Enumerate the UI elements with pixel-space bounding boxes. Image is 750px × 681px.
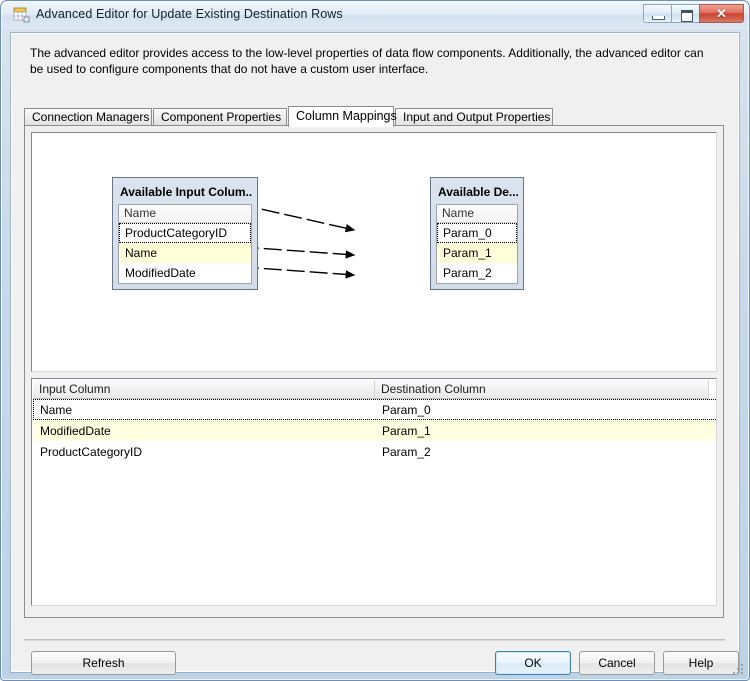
grid-column-header-input-column[interactable]: Input Column	[33, 380, 375, 399]
table-editor-icon	[13, 7, 30, 23]
available-input-columns-box[interactable]: Available Input Colum... Name ProductCat…	[112, 177, 258, 290]
grid-cell-destination-column[interactable]: Param_0	[376, 403, 710, 417]
close-icon: ✕	[716, 6, 727, 21]
mapping-canvas[interactable]: Available Input Colum... Name ProductCat…	[31, 132, 717, 372]
dialog-client-inner: The advanced editor provides access to t…	[11, 33, 739, 675]
dialog-description: The advanced editor provides access to t…	[30, 46, 704, 76]
grid-header-row: Input Column Destination Column	[33, 380, 709, 399]
close-button[interactable]: ✕	[699, 4, 744, 23]
tab-input-output-properties[interactable]: Input and Output Properties	[395, 108, 553, 126]
destination-list-item-param-2[interactable]: Param_2	[437, 263, 517, 283]
tab-strip: Connection Managers Component Properties…	[24, 106, 724, 127]
window-title: Advanced Editor for Update Existing Dest…	[36, 7, 343, 21]
destination-list-item-param-0[interactable]: Param_0	[437, 223, 517, 243]
available-destination-columns-title: Available De...	[438, 185, 518, 199]
grid-cell-input-column[interactable]: ProductCategoryID	[34, 445, 376, 459]
table-row[interactable]: ProductCategoryID Param_2	[33, 441, 716, 462]
refresh-button[interactable]: Refresh	[31, 651, 176, 675]
dialog-client-area: The advanced editor provides access to t…	[10, 32, 740, 675]
input-list-item-name[interactable]: Name	[119, 243, 251, 263]
resize-grip[interactable]	[732, 664, 745, 677]
tab-page-column-mappings: Available Input Colum... Name ProductCat…	[24, 125, 724, 618]
input-list-column-header: Name	[119, 205, 251, 223]
available-input-columns-list[interactable]: Name ProductCategoryID Name ModifiedDate	[118, 204, 252, 284]
available-destination-columns-box[interactable]: Available De... Name Param_0 Param_1 Par…	[430, 177, 524, 290]
title-bar[interactable]: Advanced Editor for Update Existing Dest…	[2, 2, 748, 29]
table-row[interactable]: ModifiedDate Param_1	[33, 420, 716, 441]
grid-cell-input-column[interactable]: ModifiedDate	[34, 424, 376, 438]
grid-cell-input-column[interactable]: Name	[34, 403, 376, 417]
tab-column-mappings[interactable]: Column Mappings	[288, 106, 397, 127]
help-button[interactable]: Help	[663, 651, 739, 675]
available-input-columns-title: Available Input Colum...	[120, 185, 252, 199]
window-controls: ✕	[643, 4, 744, 23]
tab-connection-managers[interactable]: Connection Managers	[24, 108, 152, 126]
input-list-item-modifieddate[interactable]: ModifiedDate	[119, 263, 251, 283]
advanced-editor-window: Advanced Editor for Update Existing Dest…	[0, 0, 750, 681]
maximize-icon	[681, 10, 693, 22]
destination-list-item-param-1[interactable]: Param_1	[437, 243, 517, 263]
grid-cell-destination-column[interactable]: Param_2	[376, 445, 710, 459]
ok-button[interactable]: OK	[495, 651, 571, 675]
input-list-item-productcategoryid[interactable]: ProductCategoryID	[119, 223, 251, 243]
destination-list-column-header: Name	[437, 205, 517, 223]
column-mappings-grid[interactable]: Input Column Destination Column Name Par…	[31, 378, 717, 606]
minimize-button[interactable]	[643, 4, 671, 23]
grid-body: Name Param_0 ModifiedDate Param_1 Produc…	[33, 399, 716, 462]
grid-column-header-destination-column[interactable]: Destination Column	[375, 380, 709, 399]
button-bar-separator	[24, 639, 725, 641]
available-destination-columns-list[interactable]: Name Param_0 Param_1 Param_2	[436, 204, 518, 284]
cancel-button[interactable]: Cancel	[579, 651, 655, 675]
grid-cell-destination-column[interactable]: Param_1	[376, 424, 710, 438]
minimize-icon	[652, 16, 665, 20]
maximize-button[interactable]	[671, 4, 699, 23]
table-row[interactable]: Name Param_0	[33, 399, 716, 420]
tab-component-properties[interactable]: Component Properties	[153, 108, 287, 126]
